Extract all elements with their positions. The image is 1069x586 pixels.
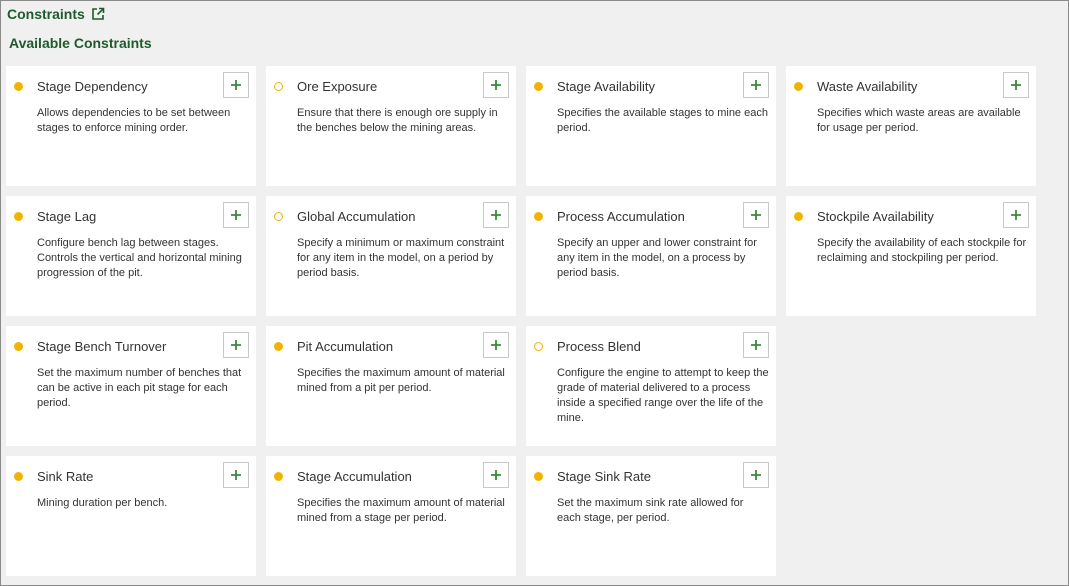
constraint-description: Ensure that there is enough ore supply i… <box>297 107 498 134</box>
constraint-description: Mining duration per bench. <box>37 497 168 509</box>
status-dot-filled-icon <box>274 472 283 481</box>
constraint-card: Stockpile Availability Specify the availa… <box>786 196 1036 316</box>
plus-icon <box>751 210 761 220</box>
constraint-description: Specify a minimum or maximum constraint … <box>297 237 505 279</box>
constraint-title: Stage Bench Turnover <box>37 339 167 354</box>
constraint-description: Specify the availability of each stockpi… <box>817 237 1027 264</box>
plus-icon <box>231 340 241 350</box>
constraint-card: Stage Lag Configure bench lag between sta… <box>6 196 256 316</box>
status-dot-filled-icon <box>274 342 283 351</box>
status-dot-hollow-icon <box>274 212 283 221</box>
add-constraint-button[interactable] <box>743 462 769 488</box>
constraint-card: Waste Availability Specifies which waste … <box>786 66 1036 186</box>
constraint-card: Process Blend Configure the engine to att… <box>526 326 776 446</box>
constraint-description: Set the maximum number of benches that c… <box>37 367 242 409</box>
constraint-title: Stage Dependency <box>37 79 148 94</box>
add-constraint-button[interactable] <box>1003 202 1029 228</box>
status-dot-filled-icon <box>14 472 23 481</box>
constraint-card: Global Accumulation Specify a minimum or … <box>266 196 516 316</box>
status-dot-hollow-icon <box>274 82 283 91</box>
constraint-description: Configure the engine to attempt to keep … <box>557 367 769 424</box>
status-dot-filled-icon <box>794 212 803 221</box>
plus-icon <box>231 470 241 480</box>
status-dot-filled-icon <box>794 82 803 91</box>
status-dot-filled-icon <box>534 212 543 221</box>
plus-icon <box>751 340 761 350</box>
plus-icon <box>231 80 241 90</box>
constraint-card: Stage Bench Turnover Set the maximum numb… <box>6 326 256 446</box>
add-constraint-button[interactable] <box>223 72 249 98</box>
add-constraint-button[interactable] <box>223 202 249 228</box>
add-constraint-button[interactable] <box>223 332 249 358</box>
status-dot-hollow-icon <box>534 342 543 351</box>
constraint-card: Ore Exposure Ensure that there is enough … <box>266 66 516 186</box>
constraint-card: Stage Sink Rate Set the maximum sink rate… <box>526 456 776 576</box>
add-constraint-button[interactable] <box>743 202 769 228</box>
constraint-title: Stage Lag <box>37 209 97 224</box>
plus-icon <box>1011 80 1021 90</box>
constraint-title: Stage Accumulation <box>297 469 412 484</box>
add-constraint-button[interactable] <box>483 332 509 358</box>
plus-icon <box>751 470 761 480</box>
constraint-title: Pit Accumulation <box>297 339 394 354</box>
status-dot-filled-icon <box>534 472 543 481</box>
constraint-title: Ore Exposure <box>297 79 378 94</box>
constraint-title: Process Accumulation <box>557 209 685 224</box>
constraint-title: Process Blend <box>557 339 641 354</box>
plus-icon <box>231 210 241 220</box>
constraint-title: Waste Availability <box>817 79 918 94</box>
status-dot-filled-icon <box>534 82 543 91</box>
constraint-description: Specifies the maximum amount of material… <box>297 497 505 524</box>
constraint-description: Specifies which waste areas are availabl… <box>817 107 1021 134</box>
add-constraint-button[interactable] <box>743 72 769 98</box>
status-dot-filled-icon <box>14 212 23 221</box>
constraint-title: Sink Rate <box>37 469 94 484</box>
add-constraint-button[interactable] <box>743 332 769 358</box>
status-dot-filled-icon <box>14 342 23 351</box>
constraint-card: Sink Rate Mining duration per bench. <box>6 456 256 576</box>
add-constraint-button[interactable] <box>223 462 249 488</box>
constraint-card: Process Accumulation Specify an upper and… <box>526 196 776 316</box>
constraint-card: Pit Accumulation Specifies the maximum am… <box>266 326 516 446</box>
constraint-card: Stage Accumulation Specifies the maximum … <box>266 456 516 576</box>
constraint-title: Stage Sink Rate <box>557 469 651 484</box>
plus-icon <box>491 470 501 480</box>
constraint-description: Set the maximum sink rate allowed for ea… <box>557 497 744 524</box>
add-constraint-button[interactable] <box>483 202 509 228</box>
add-constraint-button[interactable] <box>1003 72 1029 98</box>
plus-icon <box>491 210 501 220</box>
empty-slot <box>786 326 1036 446</box>
plus-icon <box>491 80 501 90</box>
plus-icon <box>491 340 501 350</box>
external-link-icon[interactable] <box>91 7 105 21</box>
constraint-card: Stage Availability Specifies the availabl… <box>526 66 776 186</box>
constraint-description: Allows dependencies to be set between st… <box>37 107 231 134</box>
plus-icon <box>1011 210 1021 220</box>
add-constraint-button[interactable] <box>483 462 509 488</box>
constraint-description: Specifies the maximum amount of material… <box>297 367 505 394</box>
page-title: Constraints <box>7 6 85 22</box>
constraint-title: Global Accumulation <box>297 209 416 224</box>
page-header: Constraints <box>7 5 105 23</box>
constraint-description: Configure bench lag between stages. Cont… <box>37 237 242 279</box>
add-constraint-button[interactable] <box>483 72 509 98</box>
status-dot-filled-icon <box>14 82 23 91</box>
plus-icon <box>751 80 761 90</box>
constraint-description: Specify an upper and lower constraint fo… <box>557 237 757 279</box>
constraint-card: Stage Dependency Allows dependencies to b… <box>6 66 256 186</box>
constraint-title: Stage Availability <box>557 79 656 94</box>
constraint-description: Specifies the available stages to mine e… <box>557 107 768 134</box>
section-title: Available Constraints <box>9 35 152 51</box>
constraint-title: Stockpile Availability <box>817 209 934 224</box>
constraints-grid: Stage Dependency Allows dependencies to b… <box>6 66 1036 576</box>
